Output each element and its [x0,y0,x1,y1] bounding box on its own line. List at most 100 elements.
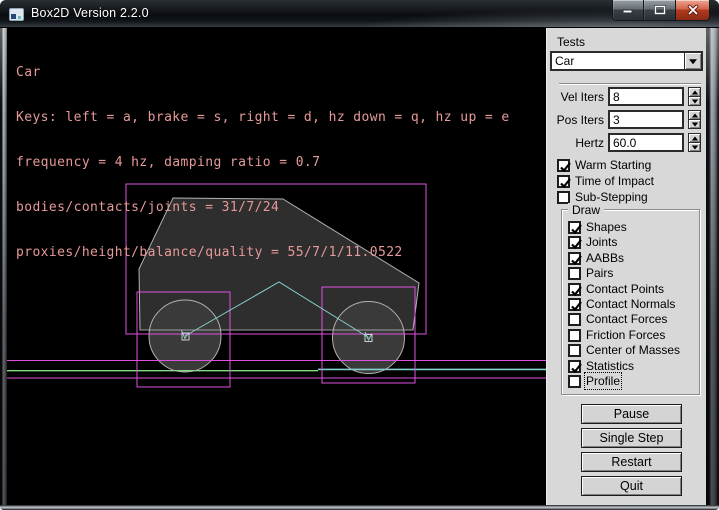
title-bar: Box2D Version 2.2.0 [0,0,719,28]
vel-iters-spin-up[interactable] [688,87,701,97]
vel-iters-spinner [688,87,701,106]
arrow-up-icon [691,136,697,140]
arrow-up-icon [691,90,697,94]
vel-iters-row: Vel Iters [547,87,707,106]
checkbox-friction-forces[interactable] [568,329,581,342]
checkbox-shapes[interactable] [568,221,581,234]
close-button[interactable] [676,0,710,21]
caption-buttons [612,0,710,21]
checkbox-row-contact-points[interactable]: Contact Points [568,282,664,296]
pos-iters-input[interactable] [608,110,684,129]
checkbox-label-joints: Joints [586,235,617,249]
pos-iters-label: Pos Iters [547,113,604,127]
tests-selected-value: Car [552,53,684,69]
close-icon [685,2,701,18]
single-step-button[interactable]: Single Step [581,428,682,448]
simulation-canvas[interactable]: Car Keys: left = a, brake = s, right = d… [7,28,546,505]
dropdown-arrow-button[interactable] [684,53,701,69]
arrow-up-icon [691,113,697,117]
vel-iters-input[interactable] [608,87,684,106]
checkbox-label-contact-points: Contact Points [586,282,664,296]
checkbox-label-shapes: Shapes [586,220,627,234]
checkbox-profile[interactable] [568,375,581,388]
stats-line-frequency: frequency = 4 hz, damping ratio = 0.7 [16,155,510,170]
stats-line-title: Car [16,65,510,80]
vel-iters-label: Vel Iters [547,90,604,104]
checkbox-row-center-of-masses[interactable]: Center of Masses [568,343,680,357]
checkbox-statistics[interactable] [568,360,581,373]
checkbox-row-joints[interactable]: Joints [568,235,617,249]
checkbox-aabbs[interactable] [568,252,581,265]
checkbox-label-friction-forces: Friction Forces [586,328,665,342]
checkbox-sub-stepping[interactable] [557,191,570,204]
checkbox-label-statistics: Statistics [586,359,634,373]
pos-iters-spin-down[interactable] [688,120,701,129]
hertz-input[interactable] [608,133,684,152]
checkbox-label-profile: Profile [586,374,620,388]
arrow-down-icon [691,99,697,103]
checkbox-row-warm-starting[interactable]: Warm Starting [557,158,651,172]
minimize-icon [620,2,636,18]
quit-button[interactable]: Quit [581,476,682,496]
checkbox-row-aabbs[interactable]: AABBs [568,251,624,265]
chevron-down-icon [689,59,697,64]
checkbox-joints[interactable] [568,236,581,249]
pos-iters-row: Pos Iters [547,110,707,129]
pause-button[interactable]: Pause [581,404,682,424]
hertz-spin-down[interactable] [688,143,701,152]
checkbox-contact-forces[interactable] [568,313,581,326]
check-icon [558,160,573,175]
checkbox-label-contact-forces: Contact Forces [586,312,667,326]
checkbox-label-pairs: Pairs [586,266,613,280]
window-frame-right [706,28,719,505]
separator [559,83,701,85]
checkbox-row-profile[interactable]: Profile [568,374,620,388]
stats-line-keys: Keys: left = a, brake = s, right = d, hz… [16,110,510,125]
checkbox-pairs[interactable] [568,267,581,280]
hertz-spinner [688,133,701,152]
checkbox-label-time-of-impact: Time of Impact [575,174,654,188]
pos-iters-spinner [688,110,701,129]
hertz-spin-up[interactable] [688,133,701,143]
maximize-icon [652,2,668,18]
window-title: Box2D Version 2.2.0 [31,6,149,20]
arrow-down-icon [691,122,697,126]
checkbox-warm-starting[interactable] [557,159,570,172]
checkbox-row-pairs[interactable]: Pairs [568,266,613,280]
hertz-label: Hertz [547,136,604,150]
check-icon [558,176,573,191]
draw-group-title: Draw [568,203,604,217]
checkbox-label-contact-normals: Contact Normals [586,297,675,311]
window-frame-left [0,28,7,505]
restart-button[interactable]: Restart [581,452,682,472]
pos-iters-spin-up[interactable] [688,110,701,120]
checkbox-row-contact-normals[interactable]: Contact Normals [568,297,675,311]
checkbox-contact-normals[interactable] [568,298,581,311]
control-panel: Tests Car Vel ItersPos ItersHertz Warm S… [546,28,706,505]
arrow-down-icon [691,145,697,149]
stats-text-block: Car Keys: left = a, brake = s, right = d… [16,35,510,290]
checkbox-row-time-of-impact[interactable]: Time of Impact [557,174,654,188]
vel-iters-spin-down[interactable] [688,97,701,106]
checkbox-label-sub-stepping: Sub-Stepping [575,190,648,204]
tests-dropdown[interactable]: Car [550,51,703,71]
checkbox-label-center-of-masses: Center of Masses [586,343,680,357]
checkbox-row-contact-forces[interactable]: Contact Forces [568,312,667,326]
app-window: Box2D Version 2.2.0 [0,0,719,510]
stats-line-bodies: bodies/contacts/joints = 31/7/24 [16,200,510,215]
checkbox-row-statistics[interactable]: Statistics [568,359,634,373]
stats-line-proxies: proxies/height/balance/quality = 55/7/1/… [16,245,510,260]
maximize-button[interactable] [644,0,676,21]
checkbox-time-of-impact[interactable] [557,175,570,188]
checkbox-row-friction-forces[interactable]: Friction Forces [568,328,665,342]
checkbox-row-shapes[interactable]: Shapes [568,220,627,234]
application-icon [9,8,24,21]
check-icon [569,237,584,252]
draw-group-box: Draw ShapesJointsAABBsPairsContact Point… [561,209,700,395]
checkbox-contact-points[interactable] [568,283,581,296]
checkbox-label-warm-starting: Warm Starting [575,158,651,172]
minimize-button[interactable] [612,0,644,21]
checkbox-row-sub-stepping[interactable]: Sub-Stepping [557,190,648,204]
hertz-row: Hertz [547,133,707,152]
checkbox-center-of-masses[interactable] [568,344,581,357]
